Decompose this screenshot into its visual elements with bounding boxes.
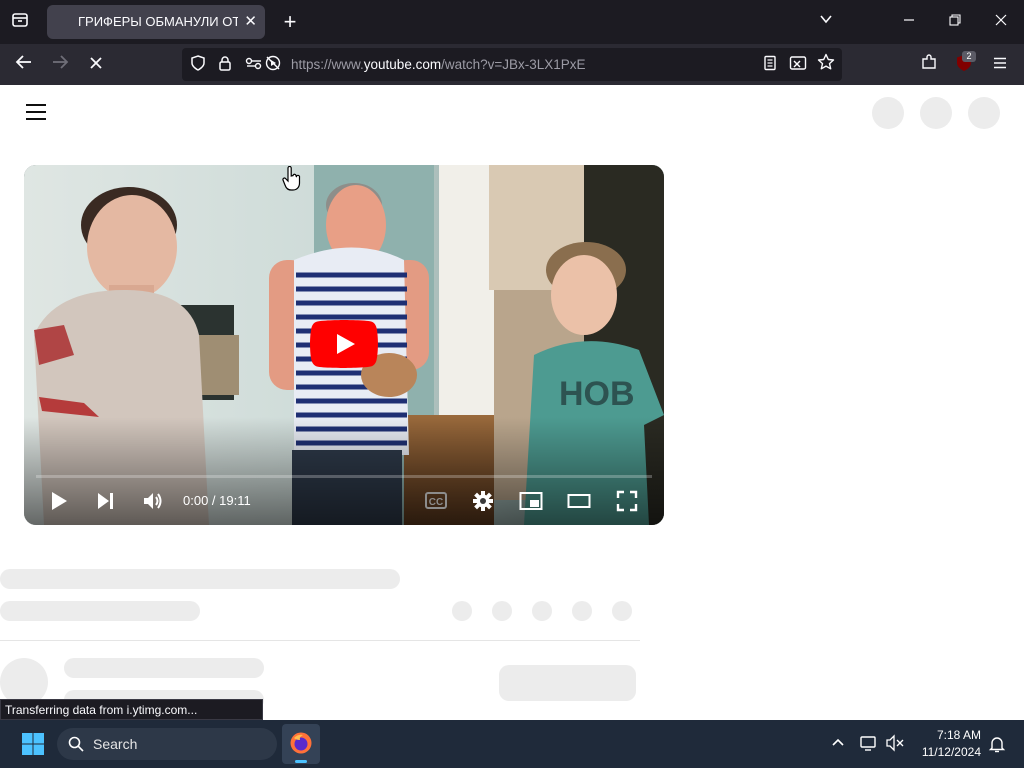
next-icon[interactable] (95, 490, 117, 512)
picture-in-picture-toggle-icon[interactable] (786, 53, 810, 77)
action-skeleton-circle (532, 601, 552, 621)
running-indicator (295, 760, 307, 763)
back-arrow-icon[interactable] (12, 53, 36, 77)
channel-name-skeleton (64, 658, 264, 678)
volume-icon[interactable] (142, 490, 164, 512)
subscribe-button-skeleton (499, 665, 636, 701)
clock-time[interactable]: 7:18 AM (910, 728, 981, 742)
tab-close-icon[interactable]: ✕ (244, 12, 257, 30)
autoplay-blocked-icon[interactable] (261, 53, 285, 77)
tab-title: ГРИФЕРЫ ОБМАНУЛИ ОТЦА (78, 14, 238, 29)
new-tab-icon[interactable]: + (279, 11, 301, 33)
header-placeholder-circle (872, 97, 904, 129)
hand-cursor-icon (282, 165, 302, 192)
status-bar: Transferring data from i.ytimg.com... (0, 699, 263, 720)
extensions-puzzle-icon[interactable] (917, 53, 941, 77)
action-skeleton-circle (492, 601, 512, 621)
url-host: youtube.com (363, 57, 442, 72)
firefox-view-icon[interactable] (9, 11, 31, 33)
windows-start-icon[interactable] (21, 732, 45, 756)
speaker-muted-icon[interactable] (885, 734, 905, 752)
title-skeleton (0, 569, 400, 589)
app-menu-hamburger-icon[interactable] (988, 53, 1012, 77)
divider (0, 640, 640, 641)
forward-arrow-icon[interactable] (48, 53, 72, 77)
tracking-protection-shield-icon[interactable] (186, 53, 210, 77)
theater-mode-icon[interactable] (567, 490, 591, 512)
subtitle-skeleton (0, 601, 200, 621)
notifications-bell-icon[interactable] (988, 735, 1006, 753)
large-play-button[interactable] (310, 320, 378, 368)
action-skeleton-circle (612, 601, 632, 621)
time-display: 0:00 / 19:11 (183, 493, 251, 508)
header-placeholder-circle (920, 97, 952, 129)
lock-icon[interactable] (213, 53, 237, 77)
fullscreen-icon[interactable] (616, 490, 638, 512)
minimize-icon[interactable] (898, 11, 920, 33)
clock-date[interactable]: 11/12/2024 (910, 745, 981, 759)
bookmark-star-icon[interactable] (814, 53, 838, 77)
stop-loading-icon[interactable] (84, 53, 108, 77)
action-skeleton-circle (452, 601, 472, 621)
play-icon[interactable] (48, 490, 70, 512)
search-placeholder: Search (93, 736, 138, 752)
show-hidden-icons-chevron-icon[interactable] (829, 734, 847, 752)
search-icon (68, 736, 84, 752)
active-tab[interactable]: ГРИФЕРЫ ОБМАНУЛИ ОТЦА ✕ (47, 5, 265, 39)
header-placeholder-circle (968, 97, 1000, 129)
close-window-icon[interactable] (990, 11, 1012, 33)
url-text[interactable]: https://www.youtube.com/watch?v=JBx-3LX1… (291, 57, 586, 72)
video-player[interactable]: НОВ 0:00 / 19:11 CC (24, 165, 664, 525)
action-skeleton-circle (572, 601, 592, 621)
list-all-tabs-chevron-icon[interactable] (815, 11, 837, 33)
settings-gear-icon[interactable] (472, 490, 494, 512)
progress-bar[interactable] (36, 475, 652, 478)
firefox-icon (290, 732, 312, 754)
network-icon[interactable] (859, 734, 879, 752)
firefox-taskbar-button[interactable] (282, 724, 320, 764)
taskbar-search-box[interactable]: Search (57, 728, 277, 760)
reader-view-icon[interactable] (758, 53, 782, 77)
guide-menu-icon[interactable] (26, 104, 46, 120)
url-prefix: https://www. (291, 57, 364, 72)
subtitles-cc-button[interactable]: CC (425, 492, 447, 509)
url-path: /watch?v=JBx-3LX1PxE (441, 57, 586, 72)
restore-icon[interactable] (944, 11, 966, 33)
miniplayer-icon[interactable] (519, 490, 543, 512)
extension-badge: 2 (962, 51, 976, 62)
